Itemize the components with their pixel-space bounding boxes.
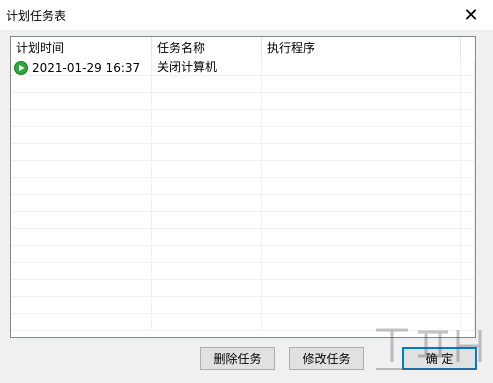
empty-cell — [11, 161, 152, 178]
empty-cell — [152, 263, 262, 280]
empty-cell — [461, 144, 475, 161]
empty-cell — [262, 246, 461, 263]
empty-row — [11, 280, 475, 297]
cell-time-text: 2021-01-29 16:37 — [32, 60, 141, 75]
empty-row — [11, 229, 475, 246]
empty-cell — [461, 127, 475, 144]
empty-cell — [461, 110, 475, 127]
empty-cell — [152, 144, 262, 161]
empty-cell — [461, 161, 475, 178]
empty-cell — [152, 229, 262, 246]
title-bar: 计划任务表 ✕ — [0, 0, 493, 30]
close-icon: ✕ — [463, 4, 479, 26]
column-header-empty — [461, 37, 475, 59]
empty-cell — [11, 93, 152, 110]
column-header-task[interactable]: 任务名称 — [152, 37, 262, 59]
empty-cell — [262, 161, 461, 178]
empty-cell — [262, 127, 461, 144]
empty-cell — [461, 93, 475, 110]
empty-cell — [152, 178, 262, 195]
empty-cell — [11, 144, 152, 161]
empty-row — [11, 263, 475, 280]
empty-cell — [152, 195, 262, 212]
empty-cell — [11, 229, 152, 246]
empty-cell — [152, 76, 262, 93]
empty-row — [11, 93, 475, 110]
empty-cell — [461, 297, 475, 314]
empty-cell — [262, 110, 461, 127]
empty-row — [11, 297, 475, 314]
empty-row — [11, 161, 475, 178]
empty-cell — [262, 195, 461, 212]
empty-cell — [11, 110, 152, 127]
cell-task: 关闭计算机 — [152, 59, 262, 76]
empty-cell — [152, 314, 262, 331]
empty-cell — [11, 76, 152, 93]
empty-cell — [262, 280, 461, 297]
empty-cell — [262, 263, 461, 280]
empty-row — [11, 144, 475, 161]
cell-empty — [461, 59, 475, 76]
empty-row — [11, 246, 475, 263]
empty-cell — [152, 246, 262, 263]
empty-cell — [11, 263, 152, 280]
empty-cell — [152, 212, 262, 229]
cell-time: 2021-01-29 16:37 — [11, 59, 152, 76]
empty-row — [11, 127, 475, 144]
empty-row — [11, 76, 475, 93]
window-title: 计划任务表 — [6, 9, 67, 23]
play-icon — [14, 60, 28, 75]
cell-program — [262, 59, 461, 76]
close-button[interactable]: ✕ — [449, 0, 493, 30]
column-header-program[interactable]: 执行程序 — [262, 37, 461, 59]
empty-cell — [262, 93, 461, 110]
empty-row — [11, 110, 475, 127]
column-header-time[interactable]: 计划时间 — [11, 37, 152, 59]
empty-cell — [262, 144, 461, 161]
empty-cell — [152, 93, 262, 110]
modify-task-button[interactable]: 修改任务 — [289, 347, 364, 370]
task-list[interactable]: 计划时间 任务名称 执行程序 2021-01-29 16:37 关闭计算机 — [10, 36, 476, 338]
empty-cell — [461, 263, 475, 280]
empty-cell — [152, 297, 262, 314]
empty-cell — [11, 178, 152, 195]
empty-cell — [262, 178, 461, 195]
list-rows: 2021-01-29 16:37 关闭计算机 — [11, 59, 475, 337]
empty-cell — [461, 246, 475, 263]
empty-cell — [461, 229, 475, 246]
empty-cell — [152, 161, 262, 178]
empty-cell — [152, 127, 262, 144]
empty-cell — [461, 178, 475, 195]
empty-row — [11, 212, 475, 229]
delete-task-button[interactable]: 删除任务 — [200, 347, 275, 370]
list-header: 计划时间 任务名称 执行程序 — [11, 37, 475, 59]
empty-cell — [11, 297, 152, 314]
empty-cell — [11, 314, 152, 331]
empty-row — [11, 178, 475, 195]
empty-cell — [461, 76, 475, 93]
empty-cell — [461, 212, 475, 229]
table-row[interactable]: 2021-01-29 16:37 关闭计算机 — [11, 59, 475, 76]
empty-cell — [11, 280, 152, 297]
empty-cell — [461, 195, 475, 212]
empty-cell — [262, 212, 461, 229]
empty-cell — [152, 110, 262, 127]
empty-cell — [262, 229, 461, 246]
empty-cell — [11, 195, 152, 212]
watermark-logo — [376, 328, 482, 370]
empty-cell — [11, 212, 152, 229]
empty-cell — [152, 280, 262, 297]
empty-cell — [262, 297, 461, 314]
empty-cell — [461, 280, 475, 297]
empty-cell — [262, 76, 461, 93]
empty-cell — [11, 127, 152, 144]
empty-row — [11, 195, 475, 212]
empty-cell — [11, 246, 152, 263]
